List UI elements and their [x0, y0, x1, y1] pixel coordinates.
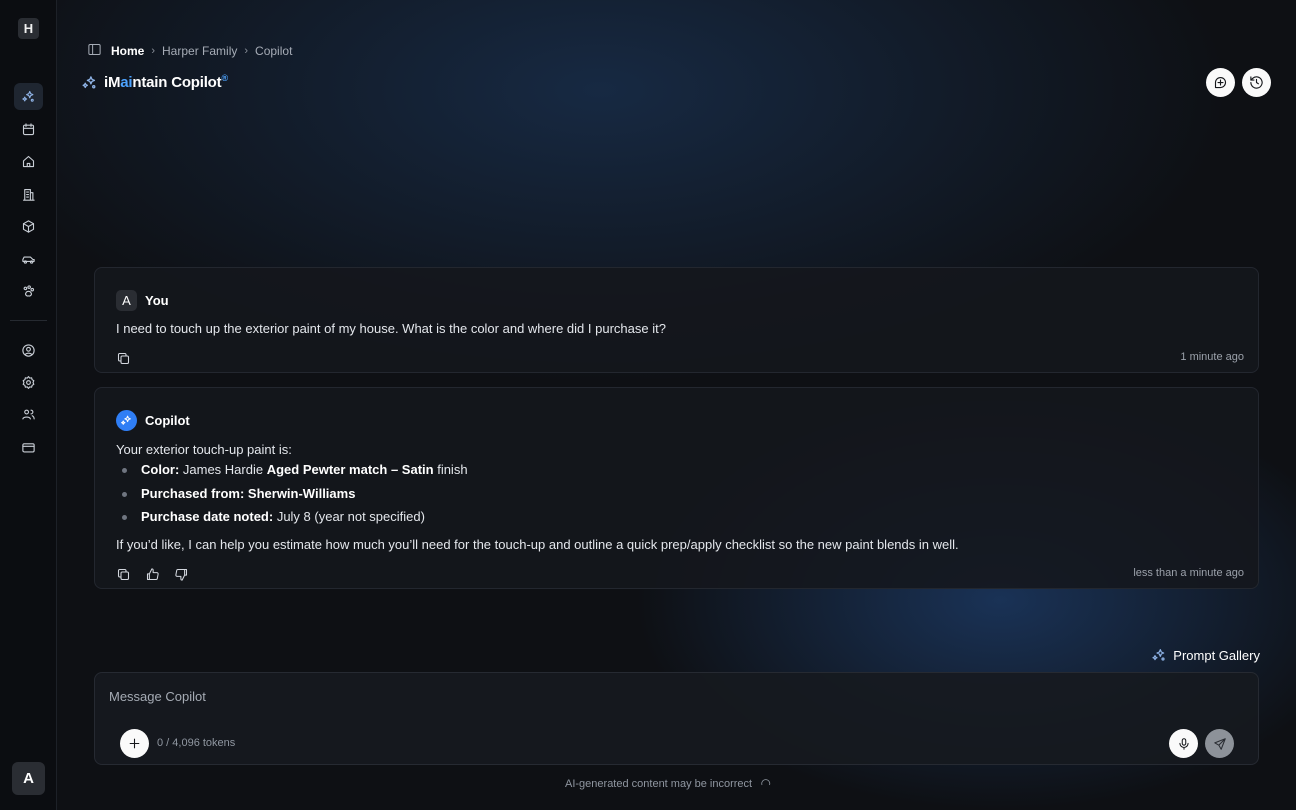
sidebar-item-copilot[interactable] — [14, 83, 43, 110]
sidebar-item-settings[interactable] — [14, 369, 43, 396]
avatar: A — [116, 290, 137, 311]
plus-icon — [129, 738, 140, 749]
sidebar-item-vehicles[interactable] — [14, 246, 43, 273]
copilot-avatar — [116, 410, 137, 431]
copy-icon — [117, 568, 130, 581]
breadcrumb: Home › Harper Family › Copilot — [87, 42, 292, 60]
building-icon — [22, 188, 35, 201]
copilot-sparkle-icon — [22, 90, 34, 102]
message-actions — [116, 351, 145, 366]
sidebar-item-home[interactable] — [14, 148, 43, 175]
copy-button[interactable] — [116, 567, 131, 582]
message-outro: If you’d like, I can help you estimate h… — [116, 537, 959, 552]
pets-icon — [23, 285, 35, 297]
copilot-sparkle-icon — [1152, 649, 1165, 661]
user-avatar[interactable]: A — [12, 762, 45, 795]
prompt-gallery-label: Prompt Gallery — [1173, 647, 1260, 663]
message-text: I need to touch up the exterior paint of… — [116, 321, 666, 336]
token-counter: 0 / 4,096 tokens — [157, 737, 236, 749]
new-chat-button[interactable] — [1206, 68, 1235, 97]
send-button[interactable] — [1205, 729, 1234, 758]
microphone-icon — [1178, 737, 1189, 750]
chevron-right-icon: › — [151, 45, 156, 57]
sidebar-item-inventory[interactable] — [14, 213, 43, 240]
chevron-right-icon: › — [244, 45, 249, 57]
sidebar: H A — [0, 0, 57, 810]
breadcrumb-family[interactable]: Harper Family — [162, 44, 237, 58]
thumbs-down-icon — [175, 568, 188, 581]
list-item: Purchase date noted: July 8 (year not sp… — [116, 508, 468, 532]
message-bullets: Color: James Hardie Aged Pewter match – … — [116, 461, 468, 532]
message-intro: Your exterior touch-up paint is: — [116, 442, 292, 457]
prompt-gallery-link[interactable]: Prompt Gallery — [1151, 647, 1260, 663]
add-attachment-button[interactable] — [120, 729, 149, 758]
list-item: Color: James Hardie Aged Pewter match – … — [116, 461, 468, 485]
sidebar-item-pets[interactable] — [14, 278, 43, 305]
sidebar-item-building[interactable] — [14, 181, 43, 208]
list-item: Purchased from: Sherwin-Williams — [116, 485, 468, 509]
user-circle-icon — [22, 344, 35, 357]
sidebar-item-profile[interactable] — [14, 337, 43, 364]
message-timestamp: less than a minute ago — [1133, 567, 1244, 579]
breadcrumb-current: Copilot — [255, 44, 293, 58]
message-header: A You — [116, 290, 169, 311]
sidebar-item-members[interactable] — [14, 401, 43, 428]
breadcrumb-home[interactable]: Home — [111, 44, 144, 58]
disclaimer-text: AI-generated content may be incorrect — [565, 778, 753, 790]
home-icon — [22, 155, 35, 168]
message-actions — [116, 567, 203, 582]
ai-disclaimer: AI-generated content may be incorrect — [565, 778, 772, 790]
message-author: Copilot — [145, 413, 190, 428]
page-title: iMaintain Copilot® — [104, 73, 228, 91]
voice-input-button[interactable] — [1169, 729, 1198, 758]
copilot-sparkle-icon — [121, 415, 131, 425]
sidebar-divider — [10, 320, 47, 321]
copilot-sparkle-icon — [82, 75, 96, 88]
message-timestamp: 1 minute ago — [1180, 351, 1244, 363]
sidebar-toggle-icon[interactable] — [87, 42, 102, 60]
settings-gear-icon — [22, 376, 35, 389]
history-icon — [1250, 76, 1263, 89]
copy-icon — [117, 352, 130, 365]
app-logo[interactable]: H — [18, 18, 39, 39]
sidebar-item-billing[interactable] — [14, 434, 43, 461]
send-icon — [1213, 737, 1226, 750]
copy-button[interactable] — [116, 351, 131, 366]
user-message-card: A You I need to touch up the exterior pa… — [94, 267, 1259, 373]
loading-spinner-icon — [761, 779, 771, 786]
message-header: Copilot — [116, 410, 190, 431]
thumbs-down-button[interactable] — [174, 567, 189, 582]
chat-history-button[interactable] — [1242, 68, 1271, 97]
message-composer: Message Copilot 0 / 4,096 tokens — [94, 672, 1259, 765]
sidebar-item-calendar[interactable] — [14, 116, 43, 143]
copilot-message-card: Copilot Your exterior touch-up paint is:… — [94, 387, 1259, 589]
thumbs-up-icon — [146, 568, 159, 581]
package-icon — [22, 220, 35, 233]
car-icon — [22, 256, 35, 264]
message-author: You — [145, 293, 169, 308]
page-title-row: iMaintain Copilot® — [81, 73, 228, 91]
message-input[interactable]: Message Copilot — [109, 689, 206, 704]
new-chat-icon — [1214, 76, 1227, 89]
calendar-icon — [22, 123, 35, 136]
credit-card-icon — [22, 443, 35, 453]
thumbs-up-button[interactable] — [145, 567, 160, 582]
users-icon — [22, 409, 35, 420]
